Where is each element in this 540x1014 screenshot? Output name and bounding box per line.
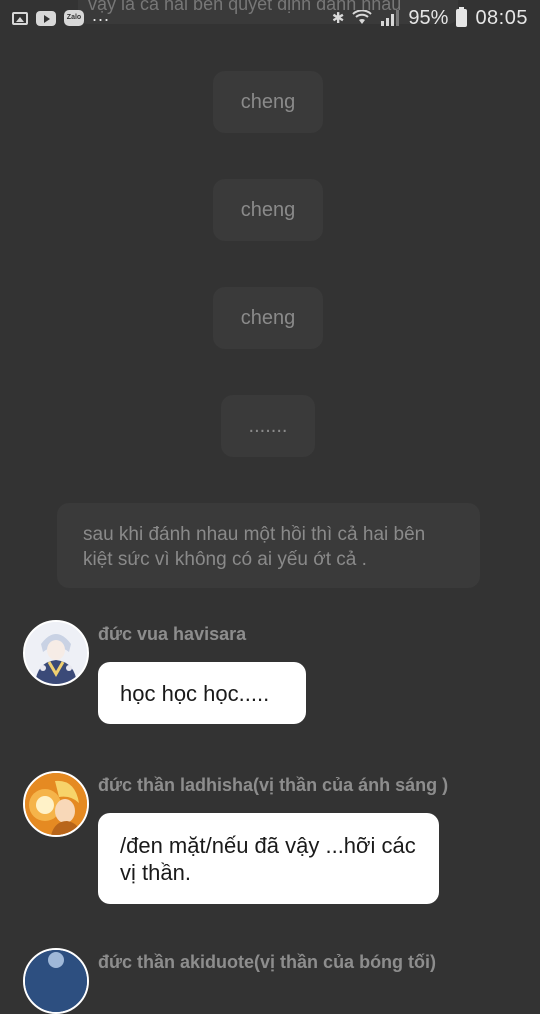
- wifi-icon: [352, 10, 373, 24]
- avatar-image: [25, 622, 87, 684]
- narration-text: .......: [248, 414, 288, 437]
- sender-name: đức vua havisara: [98, 624, 247, 644]
- avatar-image: [25, 950, 87, 1012]
- sender-name: đức thần akiduote(vị thần của bóng tối): [98, 952, 437, 972]
- avatar-image: [25, 773, 87, 835]
- narration-text: sau khi đánh nhau một hồi thì cả hai bên…: [83, 524, 426, 570]
- more-notifications: ...: [92, 4, 111, 25]
- message-text: học học học.....: [120, 681, 270, 706]
- signal-icon: [381, 10, 400, 26]
- status-bar: Zalo ... ✱ 95% 08:05: [0, 0, 540, 36]
- narration-bubble: cheng: [213, 287, 323, 349]
- message-bubble[interactable]: học học học.....: [98, 662, 306, 724]
- narration-bubble: cheng: [213, 71, 323, 133]
- bluetooth-icon: ✱: [331, 10, 345, 27]
- avatar[interactable]: [23, 771, 89, 837]
- clock: 08:05: [475, 6, 528, 29]
- narration-text: cheng: [240, 198, 296, 221]
- sender-name: đức thần ladhisha(vị thần của ánh sáng ): [98, 775, 449, 795]
- message-bubble[interactable]: /đen mặt/nếu đã vậy ...hỡi các vị thần.: [98, 813, 439, 904]
- message-text: /đen mặt/nếu đã vậy ...hỡi các vị thần.: [120, 833, 416, 885]
- narration-bubble-long: sau khi đánh nhau một hồi thì cả hai bên…: [57, 503, 480, 588]
- narration-text: cheng: [240, 90, 296, 113]
- battery-icon: [456, 7, 468, 27]
- narration-text: cheng: [240, 306, 296, 329]
- narration-bubble: .......: [221, 395, 315, 457]
- image-icon: [12, 11, 28, 25]
- zalo-icon: Zalo: [64, 10, 84, 26]
- youtube-icon: [36, 10, 56, 26]
- status-bar-left: Zalo ...: [12, 5, 110, 26]
- avatar[interactable]: [23, 948, 89, 1014]
- status-bar-right: ✱ 95% 08:05: [332, 7, 528, 30]
- narration-bubble: cheng: [213, 179, 323, 241]
- avatar[interactable]: [23, 620, 89, 686]
- battery-percent: 95%: [408, 6, 449, 29]
